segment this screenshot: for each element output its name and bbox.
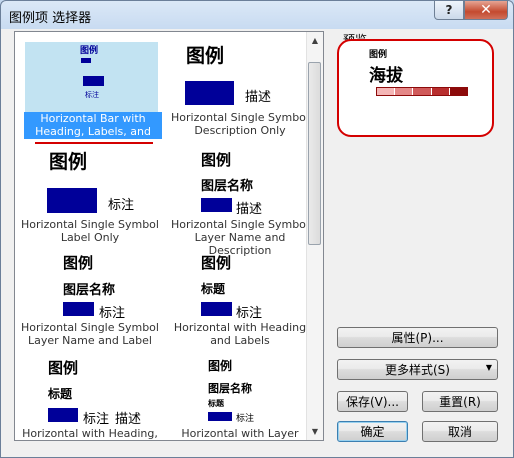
properties-button[interactable]: 属性(P)...: [337, 327, 498, 348]
item-subheading: 标题: [48, 387, 73, 401]
scroll-thumb[interactable]: [308, 62, 321, 245]
item-heading: 图例: [208, 359, 233, 373]
reset-button-label: 重置(R): [439, 395, 481, 409]
thumbnail-symbol: [81, 58, 91, 63]
item-heading: 图例: [201, 254, 232, 272]
list-item-single-symbol-description-only[interactable]: 图例 描述 Horizontal Single Symbol Descripti…: [165, 32, 315, 142]
preview-color-bar: [376, 87, 468, 96]
item-caption: Horizontal with Heading and Labels: [173, 321, 307, 347]
preview-class-swatch: [430, 88, 449, 95]
cancel-button[interactable]: 取消: [422, 421, 498, 442]
item-heading: 图例: [201, 151, 232, 169]
item-symbol: [47, 188, 97, 213]
item-label: 标注: [83, 412, 110, 427]
list-scrollbar[interactable]: ▲ ▼: [306, 32, 323, 440]
item-symbol: [208, 412, 232, 421]
legend-item-list[interactable]: 图例 标注 Horizontal Bar with Heading, Label…: [14, 31, 324, 441]
close-button[interactable]: ✕: [464, 1, 508, 20]
title-bar: 图例项 选择器 ? ✕: [1, 1, 513, 29]
more-styles-label: 更多样式(S): [385, 363, 450, 377]
item-caption: Horizontal Single Symbol Label Only: [21, 218, 159, 244]
item-caption: Horizontal Single Symbol Layer Name and …: [21, 321, 159, 347]
reset-button[interactable]: 重置(R): [422, 391, 498, 412]
item-label: 标注: [99, 306, 126, 321]
preview-panel: 图例 海拔 5 - 142143 - 257258 - 395396 - 566…: [337, 39, 494, 137]
item-layer-name: 图层名称: [63, 283, 116, 298]
save-button[interactable]: 保存(V)...: [337, 391, 408, 412]
item-symbol: [201, 198, 232, 212]
scroll-up-icon[interactable]: ▲: [307, 32, 323, 49]
item-description: 描述: [245, 90, 272, 105]
properties-button-label: 属性(P)...: [391, 331, 444, 345]
item-symbol: [185, 81, 234, 105]
preview-heading: 海拔: [369, 66, 403, 86]
dropdown-arrow-icon: ▼: [485, 363, 492, 372]
list-item-heading-labels-description[interactable]: 图例 标题 标注 描述 Horizontal with Heading,: [15, 345, 165, 440]
list-item-horizontal-bar-heading-labels-description[interactable]: 图例 标注 Horizontal Bar with Heading, Label…: [15, 32, 165, 151]
list-item-heading-and-labels[interactable]: 图例 标题 标注 Horizontal with Heading and Lab…: [165, 245, 315, 347]
help-button[interactable]: ?: [434, 1, 464, 20]
item-subheading: 标题: [208, 399, 224, 408]
item-label: 标注: [236, 306, 263, 321]
item-heading: 图例: [186, 45, 225, 67]
thumbnail-heading: 图例: [80, 46, 99, 56]
preview-class-swatch: [377, 88, 395, 95]
item-caption: Horizontal with Layer Name,: [181, 427, 299, 440]
ok-button[interactable]: 确定: [337, 421, 408, 442]
ok-button-label: 确定: [360, 425, 385, 439]
window-title: 图例项 选择器: [9, 11, 92, 26]
list-item-single-symbol-label-only[interactable]: 图例 标注 Horizontal Single Symbol Label Onl…: [15, 142, 165, 245]
item-caption: Horizontal with Heading,: [22, 427, 158, 440]
preview-legend-title: 图例: [369, 50, 388, 60]
item-description: 描述: [236, 202, 263, 217]
item-heading: 图例: [63, 254, 94, 272]
item-layer-name: 图层名称: [201, 179, 254, 194]
list-item-single-symbol-layer-name-label[interactable]: 图例 图层名称 标注 Horizontal Single Symbol Laye…: [15, 245, 165, 347]
cancel-button-label: 取消: [447, 425, 472, 439]
item-caption-selected: Horizontal Bar with Heading, Labels, and…: [24, 112, 162, 151]
thumbnail-label: 标注: [85, 91, 99, 99]
item-heading: 图例: [49, 151, 88, 173]
item-heading: 图例: [48, 359, 79, 377]
item-label: 标注: [108, 198, 135, 213]
list-item-single-symbol-layer-name-description[interactable]: 图例 图层名称 描述 Horizontal Single Symbol Laye…: [165, 142, 315, 257]
scroll-down-icon[interactable]: ▼: [307, 423, 323, 440]
preview-class-swatch: [448, 88, 468, 95]
item-caption: Horizontal Single Symbol Description Onl…: [171, 111, 309, 137]
item-symbol: [201, 302, 232, 316]
preview-class-swatch: [394, 88, 413, 95]
close-icon: ✕: [480, 2, 492, 18]
list-item-layer-name[interactable]: 图例 图层名称 标题 标注 Horizontal with Layer Name…: [165, 345, 315, 440]
save-button-label: 保存(V)...: [345, 395, 400, 409]
more-styles-button[interactable]: 更多样式(S) ▼: [337, 359, 498, 380]
item-symbol: [63, 302, 94, 316]
item-subheading: 标题: [201, 282, 226, 296]
item-description: 描述: [115, 412, 142, 427]
item-layer-name: 图层名称: [208, 382, 252, 395]
help-icon: ?: [445, 3, 453, 17]
item-label: 标注: [236, 414, 255, 424]
thumbnail-symbol: [83, 76, 104, 86]
preview-class-swatch: [412, 88, 431, 95]
item-symbol: [48, 408, 78, 422]
